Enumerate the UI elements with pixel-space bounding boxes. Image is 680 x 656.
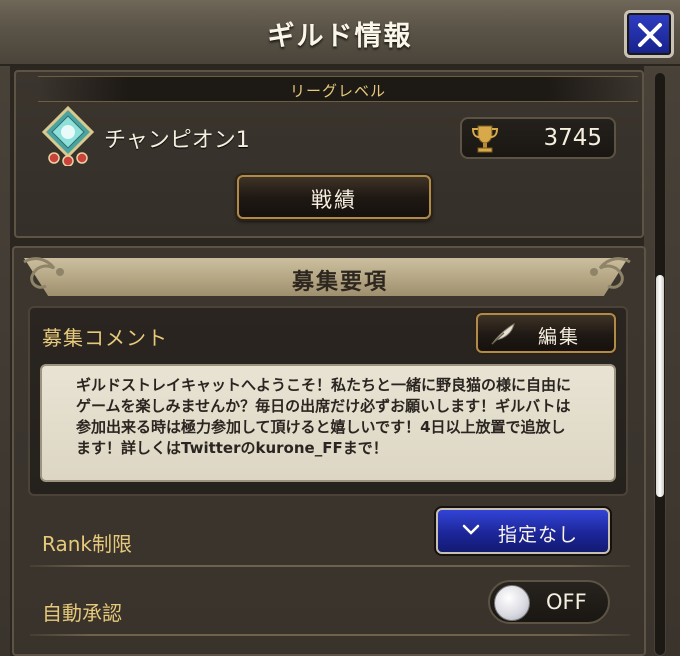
toggle-knob — [494, 585, 530, 621]
rank-limit-value: 指定なし — [498, 524, 579, 546]
chevron-down-icon — [462, 524, 480, 535]
record-button[interactable]: 戦績 — [237, 175, 431, 219]
league-level-label: リーグレベル — [289, 82, 386, 100]
auto-approve-value: OFF — [546, 590, 587, 614]
recruit-comment-label: 募集コメント — [42, 326, 168, 350]
trophy-icon — [471, 125, 499, 153]
window-header: ギルド情報 — [0, 0, 680, 66]
record-button-label: 戦績 — [311, 188, 357, 212]
divider — [30, 634, 630, 636]
edit-button-label: 編集 — [538, 326, 581, 348]
comment-line: ゲームを楽しみませんか？毎日の出席だけ必ずお願いします！ギルバトは — [76, 397, 571, 415]
trophy-count-box: 3745 — [460, 117, 616, 159]
scrollbar-thumb[interactable] — [656, 275, 664, 497]
trophy-count: 3745 — [543, 125, 602, 151]
window-title: ギルド情報 — [267, 21, 413, 52]
recruit-comment-text: ギルドストレイキャットへようこそ！私たちと一緒に野良猫の様に自由に ゲームを楽し… — [76, 375, 606, 459]
league-level-banner: リーグレベル — [38, 76, 638, 102]
recruit-section-title: 募集要項 — [291, 270, 388, 295]
comment-line: 参加出来る時は極力参加して頂けると嬉しいです！4日以上放置で追放し — [76, 418, 566, 436]
comment-line: ギルドストレイキャットへようこそ！私たちと一緒に野良猫の様に自由に — [76, 376, 572, 394]
champion-emblem-icon — [41, 106, 95, 166]
close-button[interactable] — [624, 10, 674, 58]
edit-comment-button[interactable]: 編集 — [476, 313, 616, 353]
comment-line: ます！詳しくはTwitterのkurone_FFまで！ — [76, 439, 388, 457]
close-icon — [638, 23, 662, 47]
rank-limit-dropdown[interactable]: 指定なし — [436, 508, 610, 554]
auto-approve-toggle[interactable]: OFF — [488, 580, 610, 624]
rank-name: チャンピオン1 — [104, 128, 250, 153]
auto-approve-label: 自動承認 — [42, 601, 122, 625]
rank-limit-label: Rank制限 — [42, 532, 132, 556]
feather-quill-icon — [491, 322, 515, 345]
divider — [30, 565, 630, 567]
